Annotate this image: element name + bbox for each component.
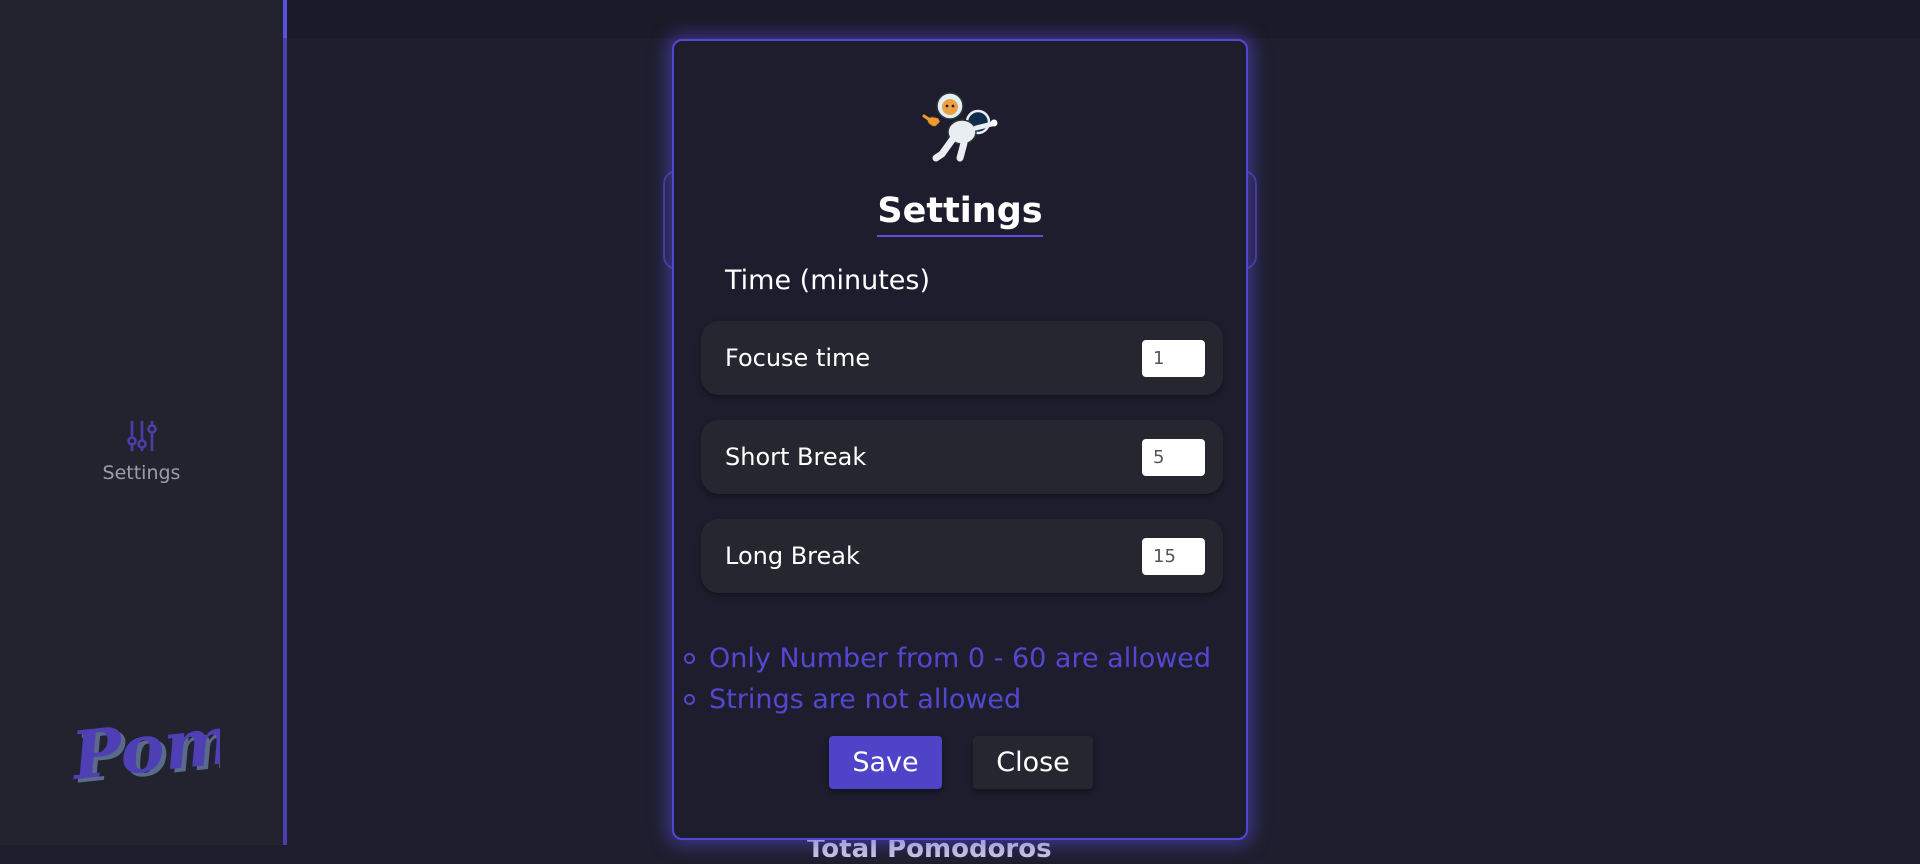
sidebar-item-label: Settings <box>102 462 181 484</box>
save-button[interactable]: Save <box>829 736 942 789</box>
focus-time-row: Focuse time <box>701 321 1223 395</box>
sidebar-divider <box>283 0 287 845</box>
section-label-time: Time (minutes) <box>725 265 931 296</box>
sliders-icon <box>126 420 157 452</box>
short-break-row: Short Break <box>701 420 1223 494</box>
svg-text:Pomy: Pomy <box>70 696 220 795</box>
modal-title: Settings <box>674 191 1246 237</box>
pomy-logo: Pomy Pomy <box>66 688 284 818</box>
rule-text: Strings are not allowed <box>709 684 1022 715</box>
sidebar-divider-accent <box>283 0 287 38</box>
long-break-label: Long Break <box>725 542 860 570</box>
top-bar <box>287 0 1920 38</box>
circle-bullet-icon <box>684 694 695 705</box>
close-button[interactable]: Close <box>973 736 1093 789</box>
focus-time-input[interactable] <box>1142 340 1205 377</box>
rule-item: Only Number from 0 - 60 are allowed <box>684 638 1211 679</box>
rule-text: Only Number from 0 - 60 are allowed <box>709 643 1212 674</box>
astronaut-icon <box>920 88 1004 172</box>
sidebar-item-settings[interactable]: Settings <box>0 420 283 484</box>
short-break-input[interactable] <box>1142 439 1205 476</box>
short-break-label: Short Break <box>725 443 867 471</box>
sidebar: Settings Pomy Pomy <box>0 0 285 845</box>
rule-item: Strings are not allowed <box>684 679 1211 720</box>
focus-time-label: Focuse time <box>725 344 871 372</box>
circle-bullet-icon <box>684 653 695 664</box>
validation-rules: Only Number from 0 - 60 are allowed Stri… <box>684 638 1211 720</box>
long-break-row: Long Break <box>701 519 1223 593</box>
long-break-input[interactable] <box>1142 538 1205 575</box>
settings-modal: Settings Time (minutes) Focuse time Shor… <box>672 39 1248 840</box>
